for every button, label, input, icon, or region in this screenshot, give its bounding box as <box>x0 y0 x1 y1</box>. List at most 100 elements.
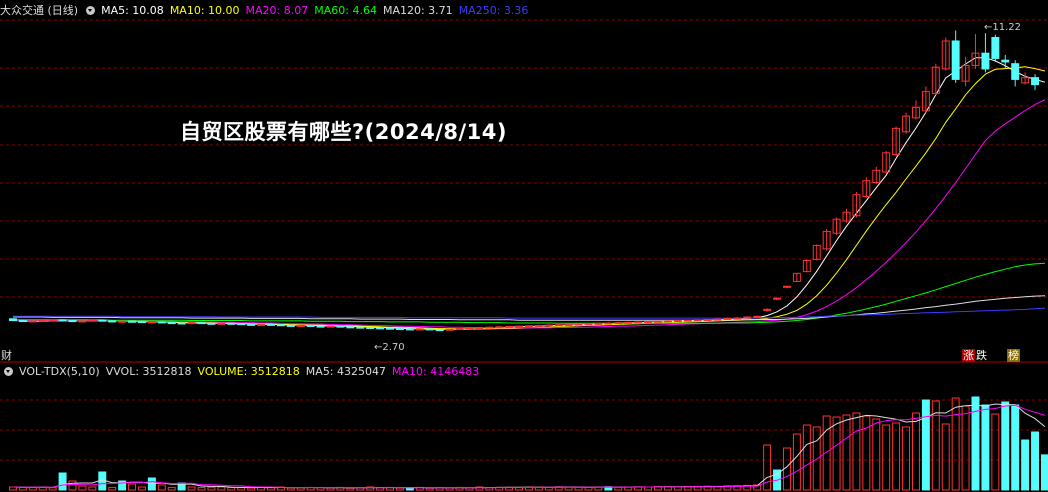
candle-body <box>584 323 593 326</box>
ranking-tag[interactable]: 榜 <box>1007 349 1020 362</box>
candle-body <box>336 325 345 328</box>
candle-body <box>782 285 791 288</box>
candle-body <box>534 324 543 327</box>
candle-body <box>405 328 414 331</box>
candle-body <box>68 320 77 323</box>
candle-body <box>1011 63 1020 80</box>
candle-body <box>713 318 722 321</box>
candle-body <box>48 319 57 322</box>
ma-lines <box>12 57 1046 330</box>
ma-legend-item-0: MA5: 10.08 <box>101 4 164 17</box>
candle-body <box>38 320 47 323</box>
volume-bars <box>8 396 1048 491</box>
candle-body <box>237 323 246 326</box>
volume-bar <box>68 480 77 491</box>
candle-body <box>683 319 692 322</box>
volume-bar <box>792 433 801 491</box>
volume-bar <box>187 486 196 491</box>
candle-body <box>8 318 17 322</box>
candle-body <box>326 325 335 328</box>
volume-bar <box>584 486 593 491</box>
rise-tag[interactable]: 涨 <box>962 349 975 362</box>
candle-body <box>98 319 107 322</box>
volume-bar <box>941 423 950 491</box>
candle-body <box>554 324 563 327</box>
volume-bar <box>88 486 97 491</box>
candle-body <box>703 318 712 321</box>
candle-body <box>524 325 533 328</box>
candle-body <box>465 327 474 330</box>
candle-body <box>356 326 365 329</box>
candle-body <box>296 324 305 327</box>
candle-body <box>644 321 653 324</box>
volume-bar <box>237 487 246 491</box>
candle-body <box>395 328 404 331</box>
volume-bar <box>296 487 305 491</box>
candle-body <box>1031 77 1040 86</box>
candle-body <box>187 322 196 325</box>
volume-bar <box>822 415 831 491</box>
vol-legend-item-1: VOLUME: 3512818 <box>197 365 300 378</box>
candle-body <box>276 324 285 327</box>
volume-bar <box>128 483 137 491</box>
volume-bar <box>892 422 901 491</box>
vol-legend-item-2: MA5: 4325047 <box>305 365 387 378</box>
volume-bar <box>832 416 841 491</box>
dropdown-icon[interactable] <box>4 367 13 376</box>
volume-bar <box>157 484 166 491</box>
volume-bar <box>852 412 861 491</box>
volume-ma-line-5 <box>12 403 1046 489</box>
candle-body <box>157 321 166 324</box>
stock-name[interactable]: 大众交通 (日线) <box>0 4 78 17</box>
candle-body <box>177 322 186 325</box>
ma-line-ma5 <box>12 57 1046 330</box>
candle-body <box>981 52 990 70</box>
candle-body <box>445 328 454 331</box>
volume-bar <box>207 486 216 491</box>
candle-body <box>505 325 514 328</box>
candle-body <box>544 324 553 327</box>
candle-body <box>346 326 355 329</box>
candle-body <box>663 320 672 323</box>
candles <box>8 30 1040 332</box>
candle-body <box>306 324 315 327</box>
volume-bar <box>1011 404 1020 491</box>
volume-bar <box>217 486 226 491</box>
volume-bar <box>902 426 911 491</box>
candle-body <box>247 323 256 326</box>
fall-tag[interactable]: 跌 <box>975 349 988 362</box>
candle-body <box>207 322 216 325</box>
candle-body <box>28 320 37 323</box>
volume-bar <box>981 404 990 491</box>
volume-bar <box>286 487 295 491</box>
candle-body <box>564 323 573 326</box>
candle-body <box>604 322 613 325</box>
volume-bar <box>911 412 920 491</box>
candle-body <box>118 320 127 323</box>
candle-body <box>167 322 176 325</box>
candle-body <box>435 329 444 332</box>
candle-body <box>425 328 434 331</box>
finance-tag[interactable]: 财 <box>0 349 13 362</box>
volume-indicator-name[interactable]: VOL-TDX(5,10) <box>19 365 100 378</box>
candle-body <box>376 327 385 330</box>
volume-bar <box>48 487 57 491</box>
candle-body <box>266 323 275 326</box>
volume-bar <box>227 486 236 491</box>
candle-body <box>991 36 1000 59</box>
volume-bar <box>1021 439 1030 491</box>
candle-body <box>18 320 27 323</box>
candle-body <box>723 317 732 320</box>
low-price-label: ←2.70 <box>374 342 405 353</box>
candle-body <box>257 323 266 326</box>
vol-legend-item-3: MA10: 4146483 <box>392 365 480 378</box>
volume-bar <box>614 486 623 491</box>
candle-body <box>455 328 464 331</box>
candle-body <box>108 320 117 323</box>
volume-ma-line-10 <box>12 404 1046 489</box>
candle-body <box>614 322 623 325</box>
dropdown-icon[interactable] <box>86 6 96 15</box>
chart-canvas <box>0 19 1048 491</box>
vol-legend-item-0: VVOL: 3512818 <box>105 365 192 378</box>
volume-bar <box>961 405 970 491</box>
